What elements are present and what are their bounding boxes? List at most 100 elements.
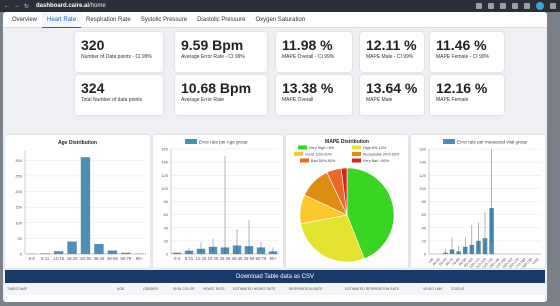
- x-tick-label: 26-35: [220, 256, 231, 261]
- url-domain: dashboard.caire.ai: [36, 3, 90, 9]
- stat-value: 10.68 Bpm: [181, 80, 252, 96]
- video-link-icon[interactable]: [425, 295, 432, 302]
- error-per-age-panel: Error rate per Age group 0 20 40 60 80 100 120 1…: [153, 135, 283, 268]
- x-tick-label: 60-79: [256, 256, 267, 261]
- x-tick-label: 5-11: [185, 256, 194, 261]
- y-tick-label: 140: [419, 160, 426, 165]
- x-tick-label: 12-18: [53, 256, 64, 261]
- legend-label: Acceptable 20%-50%: [363, 153, 400, 157]
- table-row: Wed, 01 Mar 2023 09:57:15 GMT 90 m 3 65 78 17 8: [5, 295, 545, 302]
- y-tick-label: 60: [164, 212, 169, 217]
- stat-card: 324 Total Number of data points: [75, 75, 163, 115]
- menu-icon[interactable]: [550, 3, 556, 9]
- forward-icon[interactable]: →: [14, 3, 20, 10]
- tab-respiration-rate[interactable]: Respiration Rate: [81, 12, 136, 28]
- column-header[interactable]: ESTIMATED RESPIRATION RATE: [345, 283, 399, 295]
- y-tick-label: 40: [422, 225, 427, 230]
- profile-avatar[interactable]: [536, 2, 544, 10]
- y-tick-label: 250: [15, 173, 22, 178]
- legend-label: Error rate per Age group: [199, 140, 248, 145]
- bar: [121, 252, 131, 254]
- x-tick-label: 0-4: [174, 256, 181, 261]
- y-tick-label: 100: [161, 186, 168, 191]
- bar: [53, 251, 64, 254]
- stat-value: 324: [81, 80, 105, 96]
- x-tick-label: 19-25: [208, 256, 219, 261]
- reload-icon[interactable]: ↻: [24, 3, 29, 10]
- column-header[interactable]: SKIN COLOR: [173, 283, 195, 295]
- bar: [107, 250, 118, 254]
- x-tick-label: 5-11: [41, 256, 50, 261]
- dashboard-content: 320 Number of Data points - CI 99% 9.59 Bp…: [3, 28, 547, 302]
- stat-card: 12.11 % MAPE Male - CI 99%: [360, 32, 424, 72]
- legend-swatch: [352, 152, 361, 156]
- stat-card: 10.68 Bpm Average Error Rate: [175, 75, 267, 115]
- stat-label: MAPE Female - CI 99%: [436, 54, 490, 60]
- tab-heart-rate[interactable]: Heart Rate: [42, 12, 82, 28]
- bar: [172, 252, 182, 254]
- x-tick-label: 12-18: [196, 256, 207, 261]
- table-cell: Wed, 01 Mar 2023 09:57:15 GMT: [9, 295, 98, 302]
- legend-swatch: [352, 158, 361, 163]
- stat-value: 13.64 %: [366, 80, 418, 96]
- y-tick-label: 0: [166, 252, 169, 257]
- column-header[interactable]: GENDER: [143, 283, 158, 295]
- share-icon[interactable]: [488, 3, 494, 9]
- stat-label: Total Number of data points: [81, 97, 143, 103]
- tab-oxygen-saturation[interactable]: Oxygen Saturation: [250, 12, 310, 28]
- stat-card: 11.46 % MAPE Female - CI 99%: [430, 32, 504, 72]
- mape-distribution-panel: MAPE Distribution Very High <8% High 8%-10…: [286, 135, 408, 268]
- y-tick-label: 20: [164, 238, 169, 243]
- stat-label: MAPE Male - CI 99%: [366, 54, 414, 60]
- y-tick-label: 50: [18, 236, 23, 241]
- browser-actions: [476, 2, 556, 10]
- y-tick-label: 40: [164, 225, 169, 230]
- column-header[interactable]: STATUS: [451, 283, 464, 295]
- sidebar-icon[interactable]: [524, 3, 530, 9]
- legend-label: Bad 50%-80%: [311, 159, 336, 163]
- stat-value: 11.46 %: [436, 37, 487, 53]
- column-header[interactable]: VIDEO LINK: [423, 283, 443, 295]
- address-bar[interactable]: dashboard.caire.ai/home: [36, 3, 476, 9]
- x-tick-label: 46-59: [244, 256, 255, 261]
- y-tick-label: 120: [161, 173, 168, 178]
- y-tick-label: 160: [161, 147, 168, 152]
- stat-label: Average Error Rate: [181, 97, 224, 103]
- age-distribution-panel: Age Distribution 0 50 100 150 200 250 300 0-4 5-1…: [5, 135, 150, 268]
- stat-value: 12.16 %: [436, 80, 488, 96]
- stat-value: 11.98 %: [282, 37, 333, 53]
- browser-toolbar: ← → ↻ dashboard.caire.ai/home: [0, 0, 560, 12]
- extensions-icon[interactable]: [512, 3, 518, 9]
- stat-card: 320 Number of Data points - CI 99%: [75, 32, 163, 72]
- stat-value: 12.11 %: [366, 37, 417, 53]
- legend-label: Error rate per measured vital group: [457, 140, 528, 145]
- column-header[interactable]: ESTIMATED HEART RATE: [233, 283, 276, 295]
- translate-icon[interactable]: [476, 3, 482, 9]
- y-tick-label: 100: [419, 186, 426, 191]
- column-header[interactable]: AGE: [117, 283, 124, 295]
- stat-label: Average Error Rate - CI 99%: [181, 54, 245, 60]
- x-tick-label: 26-35: [80, 256, 91, 261]
- tab-systolic-pressure[interactable]: Systolic Pressure: [136, 12, 192, 28]
- chart-title: Age Distribution: [58, 140, 97, 146]
- y-tick-label: 0: [20, 252, 23, 257]
- column-header[interactable]: HEART RATE: [203, 283, 225, 295]
- tab-overview[interactable]: Overview: [7, 12, 42, 28]
- column-header[interactable]: TIMESTAMP: [7, 283, 27, 295]
- download-csv-button[interactable]: Download Table data as CSV: [5, 270, 545, 283]
- column-header[interactable]: RESPIRATION RATE: [289, 283, 323, 295]
- bar: [40, 253, 50, 254]
- stat-label: MAPE Overall: [282, 97, 314, 103]
- stat-label: MAPE Overall - CI 99%: [282, 54, 335, 60]
- y-tick-label: 160: [419, 147, 426, 152]
- x-tick-label: 80+: [136, 256, 144, 261]
- stat-value: 13.38 %: [282, 80, 334, 96]
- star-icon[interactable]: [500, 3, 506, 9]
- legend-swatch: [298, 145, 307, 150]
- y-tick-label: 80: [422, 199, 427, 204]
- url-path: /home: [89, 3, 106, 9]
- tab-diastolic-pressure[interactable]: Diastolic Pressure: [192, 12, 250, 28]
- y-tick-label: 150: [15, 205, 22, 210]
- legend-swatch: [443, 139, 455, 144]
- back-icon[interactable]: ←: [4, 3, 10, 10]
